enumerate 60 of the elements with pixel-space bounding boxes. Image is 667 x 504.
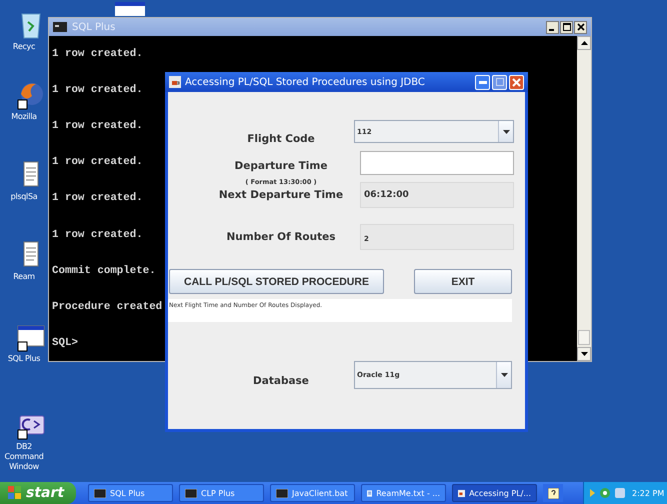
help-icon [548, 488, 558, 498]
output-field: 06:12:00 [360, 182, 514, 208]
input-field[interactable] [360, 151, 514, 175]
console-line: Commit complete. [52, 264, 156, 278]
scroll-down-button[interactable] [577, 347, 591, 361]
scrollbar[interactable] [577, 36, 591, 361]
console-line: 1 row created. [52, 191, 143, 206]
console-line: 1 row created. [52, 228, 143, 242]
maximize-icon [562, 23, 570, 31]
console-line: Procedure created [52, 300, 162, 314]
call-procedure-button[interactable]: CALL PL/SQL STORED PROCEDURE [169, 269, 384, 294]
windows-flag-icon [8, 486, 22, 500]
minimize-button[interactable] [546, 20, 559, 34]
taskbar-button[interactable]: SQL Plus [88, 484, 173, 502]
window-title: SQL Plus [72, 22, 116, 32]
java-cup-icon [169, 76, 181, 88]
desktop-icon-label: DB2 Command Window [3, 442, 45, 472]
minimize-icon [478, 80, 486, 84]
console-line: 1 row created. [52, 155, 143, 170]
field-label: Departure Time [234, 160, 328, 172]
console-icon [185, 488, 197, 498]
desktop-icon-label: Mozilla [10, 112, 38, 122]
exit-button[interactable]: EXIT [414, 269, 512, 294]
console-icon [94, 488, 106, 498]
up-arrow-icon [580, 41, 588, 45]
field-label: Database [253, 375, 309, 387]
close-icon [512, 78, 521, 86]
field-label: Number Of Routes [226, 231, 336, 243]
scroll-up-button[interactable] [577, 36, 591, 50]
tray-icons[interactable] [588, 487, 628, 499]
dropdown-arrow-icon [500, 373, 508, 377]
console-icon [276, 488, 288, 498]
java-cup-icon [458, 488, 466, 498]
maximize-button[interactable] [560, 20, 573, 34]
taskbar-button[interactable]: Accessing PL/... [452, 484, 537, 502]
console-line: 1 row created. [52, 47, 143, 62]
desktop-icon-label: SQL Plus [6, 354, 42, 364]
desktop-icon-label: Ream [12, 272, 36, 282]
console-line: 1 row created. [52, 119, 143, 134]
console-icon [53, 22, 67, 32]
taskbar-button[interactable] [543, 484, 563, 502]
close-icon [576, 23, 584, 31]
close-button[interactable] [574, 20, 587, 34]
console-line: 1 row created. [52, 83, 143, 98]
desktop-icon-label: plsqlSa [10, 192, 38, 202]
window-icon[interactable] [115, 2, 145, 16]
taskbar-button[interactable]: JavaClient.bat [270, 484, 355, 502]
console-line: SQL> [52, 336, 78, 350]
clock: 2:22 PM [632, 488, 664, 498]
taskbar-button[interactable]: CLP Plus [179, 484, 264, 502]
window-title: Accessing PL/SQL Stored Procedures using JDBC [185, 76, 425, 88]
desktop-icon-label: Recyc [12, 42, 36, 52]
scroll-thumb[interactable] [578, 330, 590, 345]
taskbar-button[interactable]: ReamMe.txt - ... [361, 484, 446, 502]
down-arrow-icon [580, 352, 588, 356]
field-label: Next Departure Time [218, 189, 344, 201]
notepad-icon [367, 488, 372, 498]
maximize-icon [496, 78, 504, 86]
dropdown-arrow-icon [502, 130, 510, 134]
field-label: Flight Code [247, 133, 315, 145]
